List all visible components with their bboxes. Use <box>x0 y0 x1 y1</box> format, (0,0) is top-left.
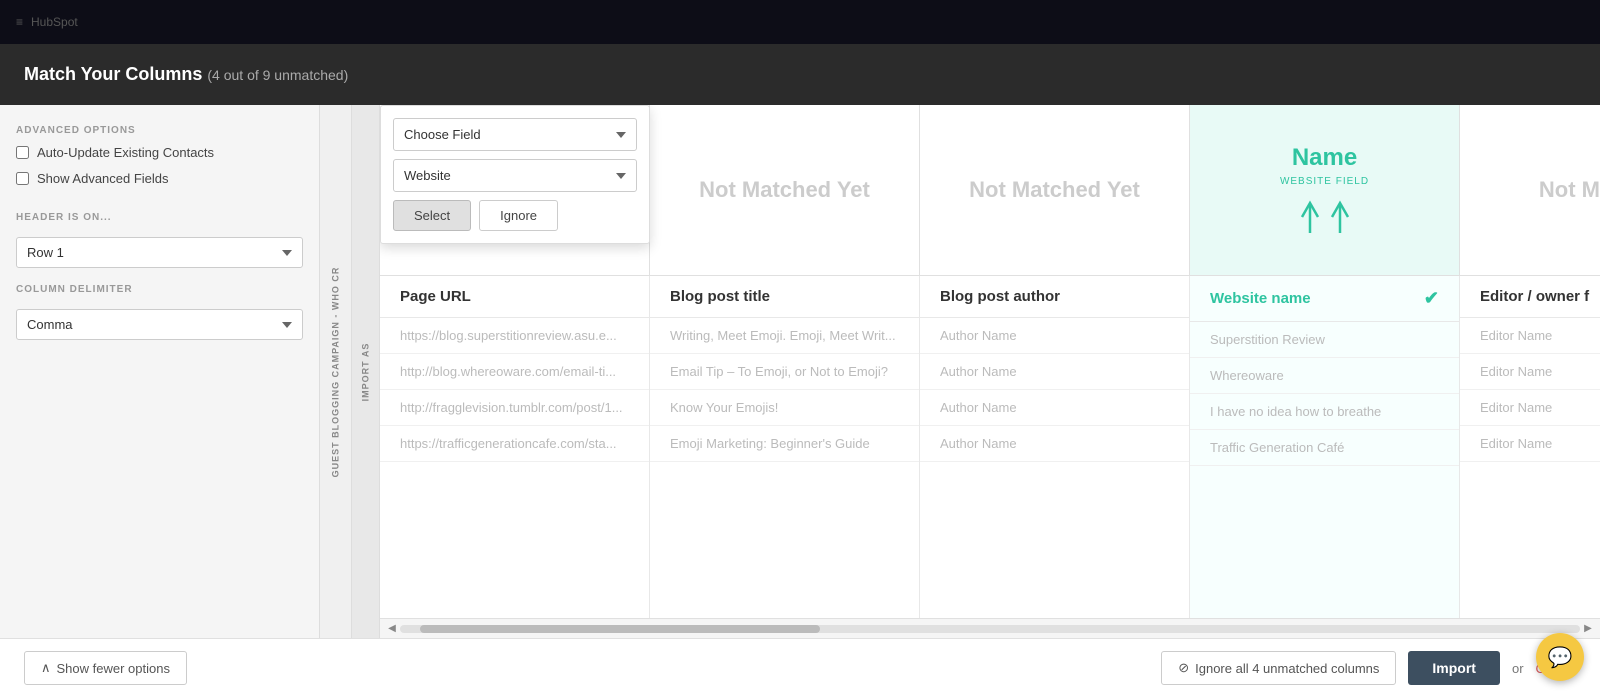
data-column-5: Editor / owner f Editor Name Editor Name… <box>1460 276 1600 618</box>
scroll-bar-area: ◀ ▶ <box>380 618 1600 638</box>
columns-scroll-wrapper: Choose Field Website Email First Name La… <box>380 105 1600 638</box>
chevron-up-icon: ∧ <box>41 660 51 676</box>
ban-icon: ⊘ <box>1178 660 1189 676</box>
checkmark-icon: ✔ <box>1424 288 1439 309</box>
modal-overlay: Match Your Columns (4 out of 9 unmatched… <box>0 0 1600 697</box>
main-content: GUEST BLOGGING CAMPAIGN - WHO CR IMPORT … <box>320 105 1600 638</box>
advanced-options-section: ADVANCED OPTIONS Auto-Update Existing Co… <box>16 125 303 196</box>
col3-cell-2: Author Name <box>920 354 1189 390</box>
col1-name: Page URL <box>380 276 649 318</box>
select-button[interactable]: Select <box>393 200 471 231</box>
arrow-up-icon-2 <box>1329 199 1351 237</box>
dropdown-panel: Choose Field Website Email First Name La… <box>380 105 650 244</box>
website-select[interactable]: Website Blog URL <box>393 159 637 192</box>
col3-cell-4: Author Name <box>920 426 1189 462</box>
modal-header: Match Your Columns (4 out of 9 unmatched… <box>0 44 1600 105</box>
arrow-up-icon <box>1299 199 1321 237</box>
col1-cell-4: https://trafficgenerationcafe.com/sta... <box>380 426 649 462</box>
show-advanced-checkbox[interactable] <box>16 172 29 185</box>
column-delimiter-section: COLUMN DELIMITER Comma Tab Semicolon Pip… <box>16 284 303 340</box>
column-4-header: Name WEBSITE FIELD <box>1190 105 1460 275</box>
show-advanced-row: Show Advanced Fields <box>16 170 303 188</box>
matched-subtitle: WEBSITE FIELD <box>1280 176 1369 187</box>
column-5-header: Not Mate... <box>1460 105 1600 275</box>
auto-update-checkbox[interactable] <box>16 146 29 159</box>
auto-update-row: Auto-Update Existing Contacts <box>16 144 303 162</box>
col3-cell-3: Author Name <box>920 390 1189 426</box>
columns-area: Choose Field Website Email First Name La… <box>380 105 1600 638</box>
not-matched-2: Not Matched Yet <box>699 177 870 203</box>
col2-cell-4: Emoji Marketing: Beginner's Guide <box>650 426 919 462</box>
data-column-4: Website name ✔ Superstition Review Where… <box>1190 276 1460 618</box>
chat-bubble[interactable]: 💬 <box>1536 633 1584 681</box>
col5-name: Editor / owner f <box>1460 276 1600 318</box>
column-delimiter-select[interactable]: Comma Tab Semicolon Pipe <box>16 309 303 340</box>
col4-name: Website name ✔ <box>1190 276 1459 322</box>
auto-update-label: Auto-Update Existing Contacts <box>37 144 214 162</box>
rotated-label-container: GUEST BLOGGING CAMPAIGN - WHO CR <box>320 105 352 638</box>
not-matched-5: Not Mate... <box>1539 177 1600 203</box>
column-3-header: Not Matched Yet <box>920 105 1190 275</box>
col2-cell-1: Writing, Meet Emoji. Emoji, Meet Writ... <box>650 318 919 354</box>
col4-cell-2: Whereoware <box>1190 358 1459 394</box>
col5-cell-4: Editor Name <box>1460 426 1600 462</box>
col4-cell-1: Superstition Review <box>1190 322 1459 358</box>
choose-field-select[interactable]: Choose Field Website Email First Name La… <box>393 118 637 151</box>
col2-cell-2: Email Tip – To Emoji, or Not to Emoji? <box>650 354 919 390</box>
columns-data-rows: Page URL https://blog.superstitionreview… <box>380 276 1600 618</box>
column-delimiter-title: COLUMN DELIMITER <box>16 284 303 295</box>
modal-body: ADVANCED OPTIONS Auto-Update Existing Co… <box>0 105 1600 638</box>
chat-icon: 💬 <box>1548 645 1573 670</box>
col4-cell-4: Traffic Generation Café <box>1190 430 1459 466</box>
modal-footer: ∧ Show fewer options ⊘ Ignore all 4 unma… <box>0 638 1600 697</box>
upload-arrows <box>1299 199 1351 237</box>
advanced-options-title: ADVANCED OPTIONS <box>16 125 303 136</box>
modal-subtitle: (4 out of 9 unmatched) <box>207 67 348 83</box>
footer-right: ⊘ Ignore all 4 unmatched columns Import … <box>1161 651 1576 685</box>
col3-cell-1: Author Name <box>920 318 1189 354</box>
modal-title: Match Your Columns <box>24 64 202 84</box>
modal: Match Your Columns (4 out of 9 unmatched… <box>0 44 1600 697</box>
columns-header-row: Choose Field Website Email First Name La… <box>380 105 1600 276</box>
scroll-right-arrow[interactable]: ▶ <box>1580 621 1596 637</box>
col1-cell-3: http://fragglevision.tumblr.com/post/1..… <box>380 390 649 426</box>
sidebar: ADVANCED OPTIONS Auto-Update Existing Co… <box>0 105 320 638</box>
show-fewer-button[interactable]: ∧ Show fewer options <box>24 651 187 685</box>
or-text: or <box>1512 661 1524 676</box>
header-row-select[interactable]: Row 1 Row 2 Row 3 <box>16 237 303 268</box>
import-as-label: IMPORT AS <box>361 342 371 401</box>
ignore-button[interactable]: Ignore <box>479 200 558 231</box>
column-1-header: Choose Field Website Email First Name La… <box>380 105 650 275</box>
col5-cell-2: Editor Name <box>1460 354 1600 390</box>
header-is-on-section: HEADER IS ON... Row 1 Row 2 Row 3 <box>16 212 303 268</box>
col1-cell-2: http://blog.whereoware.com/email-ti... <box>380 354 649 390</box>
show-advanced-label: Show Advanced Fields <box>37 170 169 188</box>
not-matched-3: Not Matched Yet <box>969 177 1140 203</box>
col2-cell-3: Know Your Emojis! <box>650 390 919 426</box>
dropdown-buttons: Select Ignore <box>393 200 637 231</box>
col5-cell-1: Editor Name <box>1460 318 1600 354</box>
import-as-label-container: IMPORT AS <box>352 105 380 638</box>
data-column-3: Blog post author Author Name Author Name… <box>920 276 1190 618</box>
ignore-all-button[interactable]: ⊘ Ignore all 4 unmatched columns <box>1161 651 1396 685</box>
scroll-thumb[interactable] <box>420 625 820 633</box>
scroll-track[interactable] <box>400 625 1580 633</box>
scroll-left-arrow[interactable]: ◀ <box>384 621 400 637</box>
matched-name: Name <box>1292 144 1357 172</box>
col2-name: Blog post title <box>650 276 919 318</box>
col1-cell-1: https://blog.superstitionreview.asu.e... <box>380 318 649 354</box>
campaign-label: GUEST BLOGGING CAMPAIGN - WHO CR <box>331 266 341 477</box>
column-2-header: Not Matched Yet <box>650 105 920 275</box>
import-button[interactable]: Import <box>1408 651 1500 685</box>
col5-cell-3: Editor Name <box>1460 390 1600 426</box>
col4-cell-3: I have no idea how to breathe <box>1190 394 1459 430</box>
col3-name: Blog post author <box>920 276 1189 318</box>
header-is-on-title: HEADER IS ON... <box>16 212 303 223</box>
data-column-1: Page URL https://blog.superstitionreview… <box>380 276 650 618</box>
data-column-2: Blog post title Writing, Meet Emoji. Emo… <box>650 276 920 618</box>
